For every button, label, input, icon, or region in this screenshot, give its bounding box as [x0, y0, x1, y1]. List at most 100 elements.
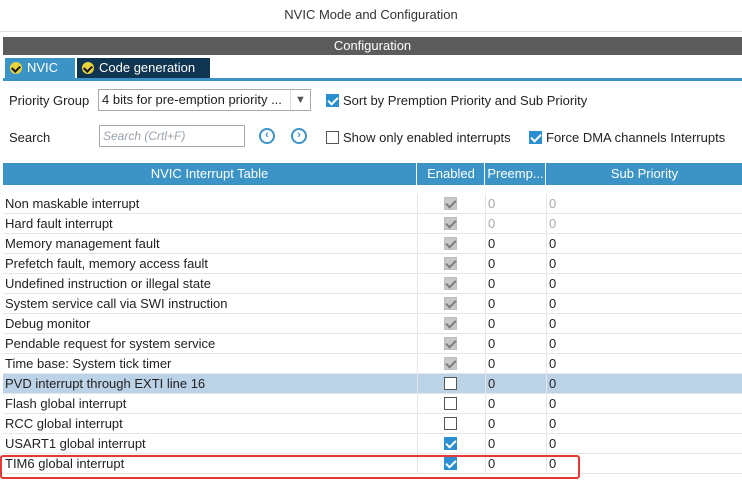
table-row[interactable]: Time base: System tick timer 0 0 — [3, 354, 742, 374]
sub-priority-cell[interactable]: 0 — [546, 454, 742, 474]
enabled-checkbox — [444, 217, 457, 230]
tab-code-generation[interactable]: Code generation — [77, 58, 210, 78]
priority-group-select[interactable]: 4 bits for pre-emption priority ... ▼ — [98, 89, 311, 111]
search-input[interactable] — [99, 125, 245, 147]
interrupt-name: Flash global interrupt — [5, 396, 127, 411]
table-row[interactable]: RCC global interrupt 0 0 — [3, 414, 742, 434]
sub-priority-cell[interactable]: 0 — [546, 234, 742, 254]
sub-priority-cell: 0 — [546, 214, 742, 234]
enabled-checkbox[interactable] — [444, 437, 457, 450]
enabled-checkbox[interactable] — [444, 397, 457, 410]
sub-priority-cell: 0 — [546, 194, 742, 214]
tab-strip: NVIC Code generation — [3, 55, 742, 81]
show-enabled-checkbox[interactable] — [326, 131, 339, 144]
table-row[interactable]: Hard fault interrupt 0 0 — [3, 214, 742, 234]
preemption-priority-cell[interactable]: 0 — [485, 374, 546, 394]
check-circle-icon — [10, 62, 22, 74]
enabled-cell — [417, 294, 485, 314]
table-row[interactable]: Flash global interrupt 0 0 — [3, 394, 742, 414]
force-dma-label: Force DMA channels Interrupts — [546, 130, 726, 145]
table-row[interactable]: System service call via SWI instruction 0… — [3, 294, 742, 314]
interrupt-name: PVD interrupt through EXTI line 16 — [5, 376, 206, 391]
sub-priority-cell[interactable]: 0 — [546, 334, 742, 354]
preemption-priority-cell[interactable]: 0 — [485, 294, 546, 314]
sub-priority-cell[interactable]: 0 — [546, 294, 742, 314]
table-row[interactable]: PVD interrupt through EXTI line 16 0 0 — [3, 374, 742, 394]
table-row[interactable]: Undefined instruction or illegal state 0 0 — [3, 274, 742, 294]
enabled-checkbox — [444, 197, 457, 210]
sort-priority-label: Sort by Premption Priority and Sub Prior… — [343, 93, 588, 108]
tab-nvic[interactable]: NVIC — [5, 58, 75, 78]
sort-priority-checkbox[interactable] — [326, 94, 339, 107]
chevron-down-icon[interactable]: ▼ — [290, 90, 310, 110]
enabled-cell — [417, 214, 485, 234]
priority-group-label: Priority Group — [9, 93, 90, 108]
column-header-enabled[interactable]: Enabled — [418, 163, 485, 185]
interrupt-name: Hard fault interrupt — [5, 216, 113, 231]
nvic-interrupt-table: NVIC Interrupt Table Enabled Preemp... S… — [3, 163, 742, 474]
enabled-cell — [417, 394, 485, 414]
show-enabled-label: Show only enabled interrupts — [343, 130, 511, 145]
interrupt-name: Undefined instruction or illegal state — [5, 276, 211, 291]
sub-priority-cell[interactable]: 0 — [546, 314, 742, 334]
priority-group-value: 4 bits for pre-emption priority ... — [102, 92, 282, 107]
interrupt-name: Time base: System tick timer — [5, 356, 172, 371]
table-row[interactable]: Debug monitor 0 0 — [3, 314, 742, 334]
preemption-priority-cell[interactable]: 0 — [485, 334, 546, 354]
preemption-priority-cell[interactable]: 0 — [485, 394, 546, 414]
enabled-cell — [417, 454, 485, 474]
enabled-checkbox — [444, 277, 457, 290]
table-row[interactable]: Memory management fault 0 0 — [3, 234, 742, 254]
table-row[interactable]: USART1 global interrupt 0 0 — [3, 434, 742, 454]
column-header-preemption[interactable]: Preemp... — [486, 163, 546, 185]
enabled-checkbox[interactable] — [444, 377, 457, 390]
sub-priority-cell[interactable]: 0 — [546, 394, 742, 414]
interrupt-name: Prefetch fault, memory access fault — [5, 256, 209, 271]
preemption-priority-cell[interactable]: 0 — [485, 254, 546, 274]
window-title: NVIC Mode and Configuration — [0, 0, 742, 32]
preemption-priority-cell[interactable]: 0 — [485, 314, 546, 334]
enabled-cell — [417, 374, 485, 394]
preemption-priority-cell[interactable]: 0 — [485, 414, 546, 434]
force-dma-checkbox[interactable] — [529, 131, 542, 144]
preemption-priority-cell[interactable]: 0 — [485, 354, 546, 374]
enabled-cell — [417, 274, 485, 294]
enabled-checkbox — [444, 357, 457, 370]
table-row[interactable]: TIM6 global interrupt 0 0 — [3, 454, 742, 474]
table-body: Non maskable interrupt 0 0 Hard fault inter… — [3, 194, 742, 474]
sub-priority-cell[interactable]: 0 — [546, 414, 742, 434]
preemption-priority-cell: 0 — [485, 194, 546, 214]
search-previous-button[interactable]: ‹ — [259, 128, 275, 144]
sub-priority-cell[interactable]: 0 — [546, 274, 742, 294]
column-header-sub-priority[interactable]: Sub Priority — [547, 163, 742, 185]
tab-code-generation-label: Code generation — [99, 60, 196, 75]
interrupt-name: RCC global interrupt — [5, 416, 123, 431]
sub-priority-cell[interactable]: 0 — [546, 434, 742, 454]
enabled-checkbox — [444, 317, 457, 330]
enabled-checkbox[interactable] — [444, 457, 457, 470]
enabled-cell — [417, 434, 485, 454]
enabled-cell — [417, 254, 485, 274]
enabled-cell — [417, 334, 485, 354]
enabled-cell — [417, 314, 485, 334]
enabled-cell — [417, 234, 485, 254]
preemption-priority-cell[interactable]: 0 — [485, 274, 546, 294]
sub-priority-cell[interactable]: 0 — [546, 354, 742, 374]
search-next-button[interactable]: › — [291, 128, 307, 144]
column-header-name[interactable]: NVIC Interrupt Table — [3, 163, 417, 185]
preemption-priority-cell[interactable]: 0 — [485, 234, 546, 254]
sub-priority-cell[interactable]: 0 — [546, 254, 742, 274]
preemption-priority-cell[interactable]: 0 — [485, 454, 546, 474]
table-row[interactable]: Pendable request for system service 0 0 — [3, 334, 742, 354]
sub-priority-cell[interactable]: 0 — [546, 374, 742, 394]
preemption-priority-cell[interactable]: 0 — [485, 434, 546, 454]
enabled-checkbox — [444, 297, 457, 310]
interrupt-name: Pendable request for system service — [5, 336, 216, 351]
table-row[interactable]: Prefetch fault, memory access fault 0 0 — [3, 254, 742, 274]
interrupt-name: Non maskable interrupt — [5, 196, 140, 211]
enabled-cell — [417, 414, 485, 434]
table-row[interactable]: Non maskable interrupt 0 0 — [3, 194, 742, 214]
enabled-checkbox[interactable] — [444, 417, 457, 430]
enabled-cell — [417, 354, 485, 374]
preemption-priority-cell: 0 — [485, 214, 546, 234]
